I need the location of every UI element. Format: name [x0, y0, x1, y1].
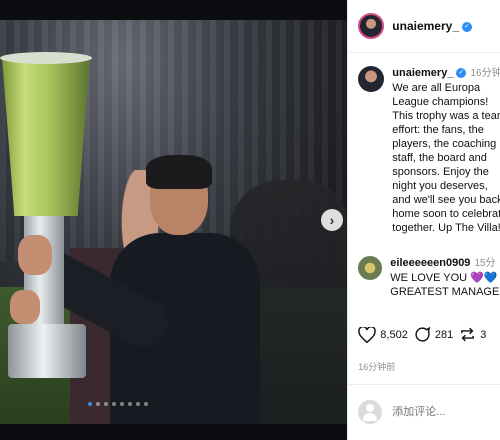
user-avatar-placeholder-icon	[358, 400, 383, 424]
comment-count: 281	[434, 328, 454, 341]
carousel-dot[interactable]	[136, 402, 140, 406]
carousel-dot[interactable]	[128, 402, 132, 406]
author-avatar[interactable]	[358, 13, 385, 39]
divider	[348, 384, 500, 385]
verified-badge-icon: ✓	[462, 21, 472, 32]
caption-verified-icon: ✓	[456, 68, 467, 79]
repost-icon	[461, 327, 475, 342]
commenter-username[interactable]: eileeeeeen0909	[390, 257, 470, 269]
photo-hand-lower	[10, 290, 40, 324]
photo-hair	[146, 155, 212, 189]
photo-hand	[18, 235, 52, 275]
carousel-dot[interactable]	[96, 402, 100, 406]
chevron-right-icon: ›	[329, 212, 335, 228]
carousel-dots	[88, 402, 148, 406]
trophy-rim	[0, 52, 92, 64]
caption-body: unaiemery_ ✓ 16分钟 We are all Europa League…	[392, 66, 500, 235]
carousel-dot[interactable]	[104, 402, 108, 406]
post-time-ago: 16分钟前	[358, 362, 396, 372]
comment-button[interactable]: 281	[414, 326, 453, 343]
post-actions: 8,502 281 3	[358, 326, 500, 343]
carousel-dot[interactable]	[144, 402, 148, 406]
caption-avatar[interactable]	[358, 66, 385, 92]
trophy-cup	[2, 56, 90, 216]
caption-username[interactable]: unaiemery_	[392, 67, 453, 79]
comment-bubble-icon	[415, 326, 431, 342]
like-count: 8,502	[380, 328, 408, 341]
comment-input[interactable]	[390, 405, 495, 419]
author-username-text[interactable]: unaiemery_	[392, 19, 459, 33]
commenter-avatar[interactable]	[358, 256, 383, 280]
share-count: 3	[480, 328, 487, 341]
carousel-dot[interactable]	[112, 402, 116, 406]
post-caption: unaiemery_ ✓ 16分钟 We are all Europa League…	[358, 66, 500, 235]
post-sidebar: unaiemery_ ✓ unaiemery_ ✓ 16分钟 We are all E…	[347, 0, 500, 440]
comment-item: eileeeeeen0909 15分 WE LOVE YOU 💜💙 GREATES…	[358, 256, 500, 299]
heart-icon	[358, 326, 377, 343]
comment-body: eileeeeeen0909 15分 WE LOVE YOU 💜💙 GREATES…	[390, 256, 500, 299]
caption-text: We are all Europa League champions! This…	[392, 82, 500, 234]
carousel-next-button[interactable]: ›	[321, 209, 343, 231]
photo-pane: ›	[0, 0, 348, 440]
author-username[interactable]: unaiemery_ ✓	[392, 19, 472, 33]
share-button[interactable]: 3	[459, 326, 486, 343]
post-photo[interactable]	[0, 20, 348, 424]
like-button[interactable]: 8,502	[358, 326, 408, 343]
carousel-dot[interactable]	[120, 402, 124, 406]
add-comment-row	[358, 400, 500, 424]
carousel-dot[interactable]	[88, 402, 92, 406]
caption-time: 16分钟	[470, 68, 500, 79]
comment-time: 15分	[474, 258, 496, 269]
post-header: unaiemery_ ✓	[348, 0, 500, 53]
post-viewer: › unaiemery_ ✓ unaiemery_ ✓ 16分钟 We are all…	[0, 0, 500, 440]
comment-text: WE LOVE YOU 💜💙 GREATEST MANAGER	[390, 272, 500, 298]
trophy-base	[8, 324, 86, 378]
photo-person-front	[21, 155, 260, 424]
